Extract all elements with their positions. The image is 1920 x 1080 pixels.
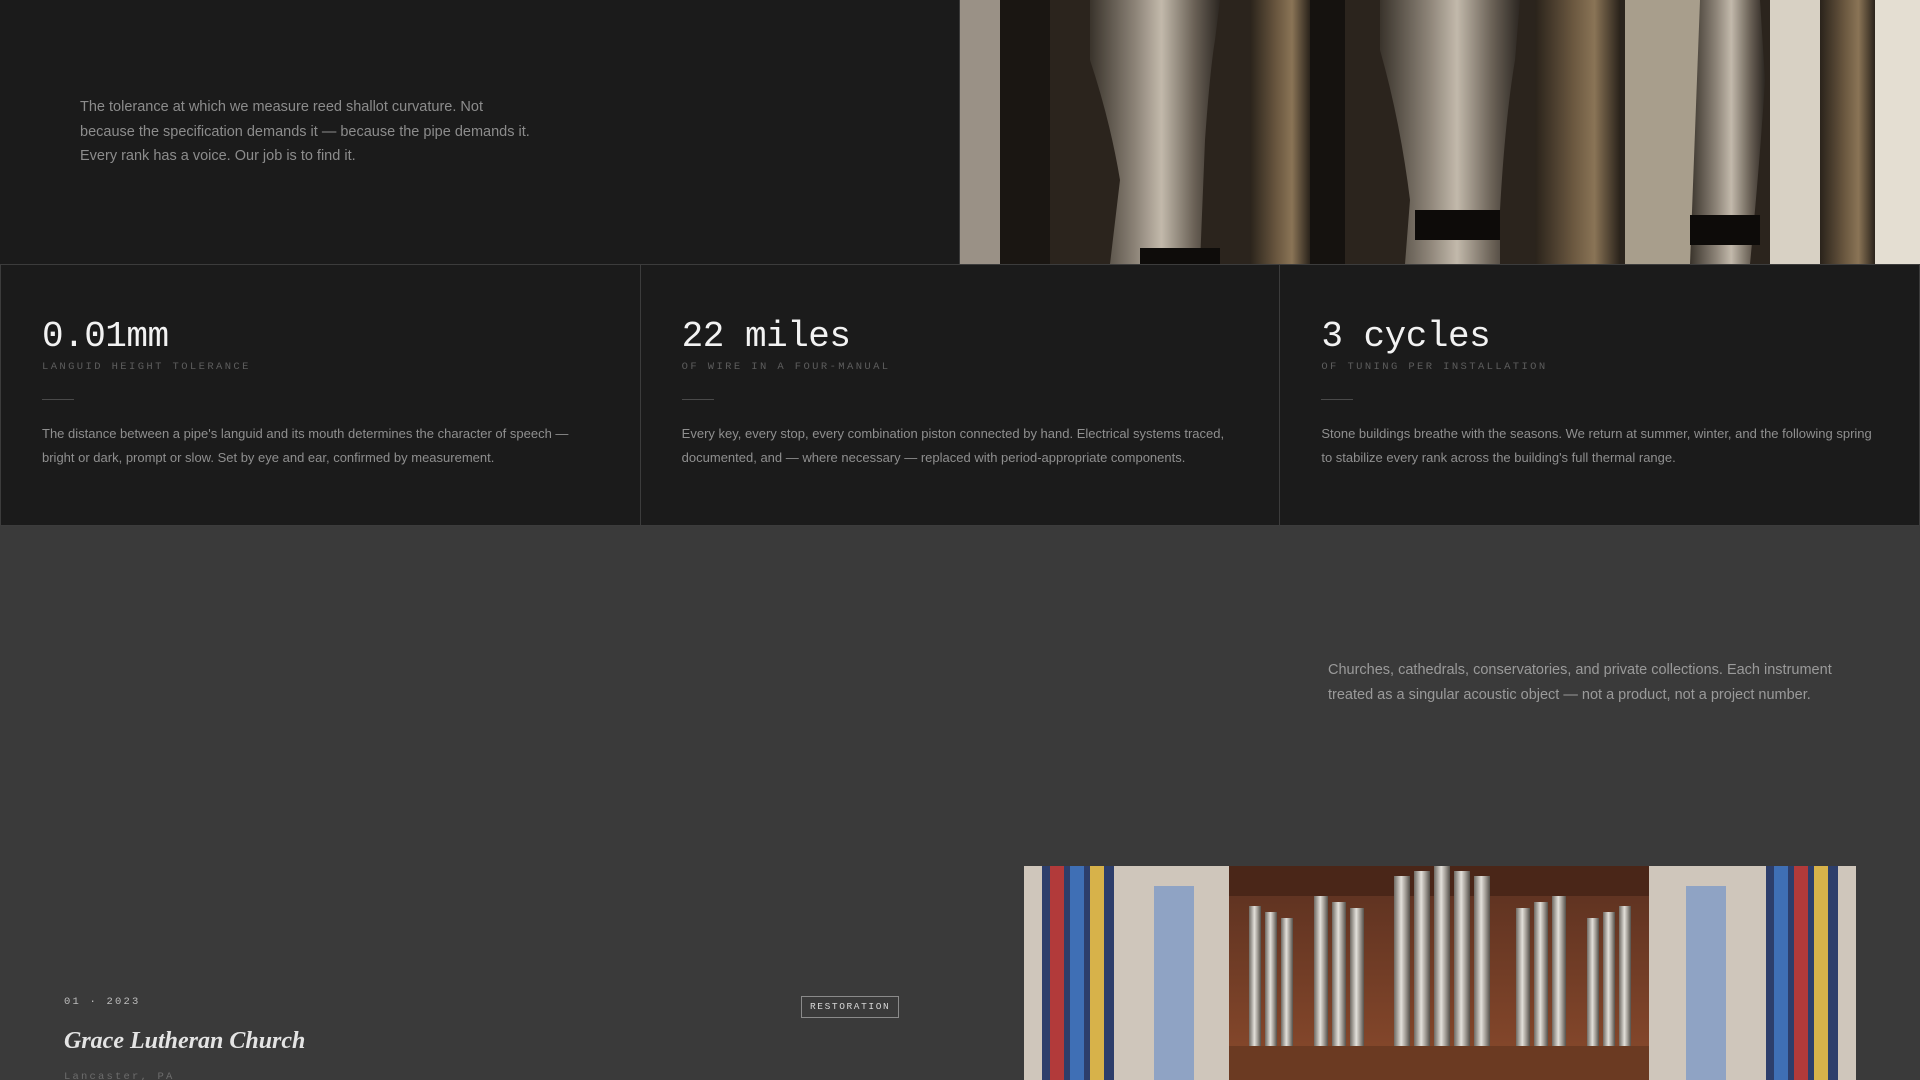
reed-pipes-illustration xyxy=(960,0,1920,264)
stat-card-tuning-cycles: 3 cycles Of tuning per installation Ston… xyxy=(1279,265,1920,525)
project-category-tag[interactable]: Restoration xyxy=(801,996,900,1018)
hero-section: The tolerance at which we measure reed s… xyxy=(0,0,1920,264)
stat-divider xyxy=(42,399,74,400)
stat-label: Languid height tolerance xyxy=(42,361,251,373)
clients-description: Churches, cathedrals, conservatories, an… xyxy=(1328,662,1832,703)
stat-card-languid-tolerance: 0.01mm Languid height tolerance The dist… xyxy=(0,265,640,525)
stat-label: Of tuning per installation xyxy=(1321,361,1548,373)
church-organ-illustration xyxy=(1024,866,1856,1080)
stat-description: Stone buildings breathe with the seasons… xyxy=(1321,426,1872,465)
stat-card-wire-length: 22 miles Of wire in a four-manual Every … xyxy=(639,265,1280,525)
stat-divider xyxy=(1321,399,1354,400)
stat-description: Every key, every stop, every combination… xyxy=(681,426,1225,465)
project-location: Lancaster, PA xyxy=(64,1071,175,1080)
project-meta: 01 · 2023 xyxy=(64,996,141,1008)
stats-section: 0.01mm Languid height tolerance The dist… xyxy=(0,264,1920,526)
hero-intro-text: The tolerance at which we measure reed s… xyxy=(80,99,530,164)
pipe-organ-church-photo[interactable] xyxy=(1024,866,1856,1080)
stat-description: The distance between a pipe's languid an… xyxy=(42,426,569,465)
stat-label: Of wire in a four-manual xyxy=(681,361,891,373)
organ-reed-pipes-photo xyxy=(959,0,1920,264)
stat-value: 22 miles xyxy=(681,316,851,357)
stat-value: 0.01mm xyxy=(42,316,169,357)
stat-divider xyxy=(681,399,714,400)
stat-value: 3 cycles xyxy=(1321,316,1491,357)
project-title[interactable]: Grace Lutheran Church xyxy=(64,1026,305,1056)
